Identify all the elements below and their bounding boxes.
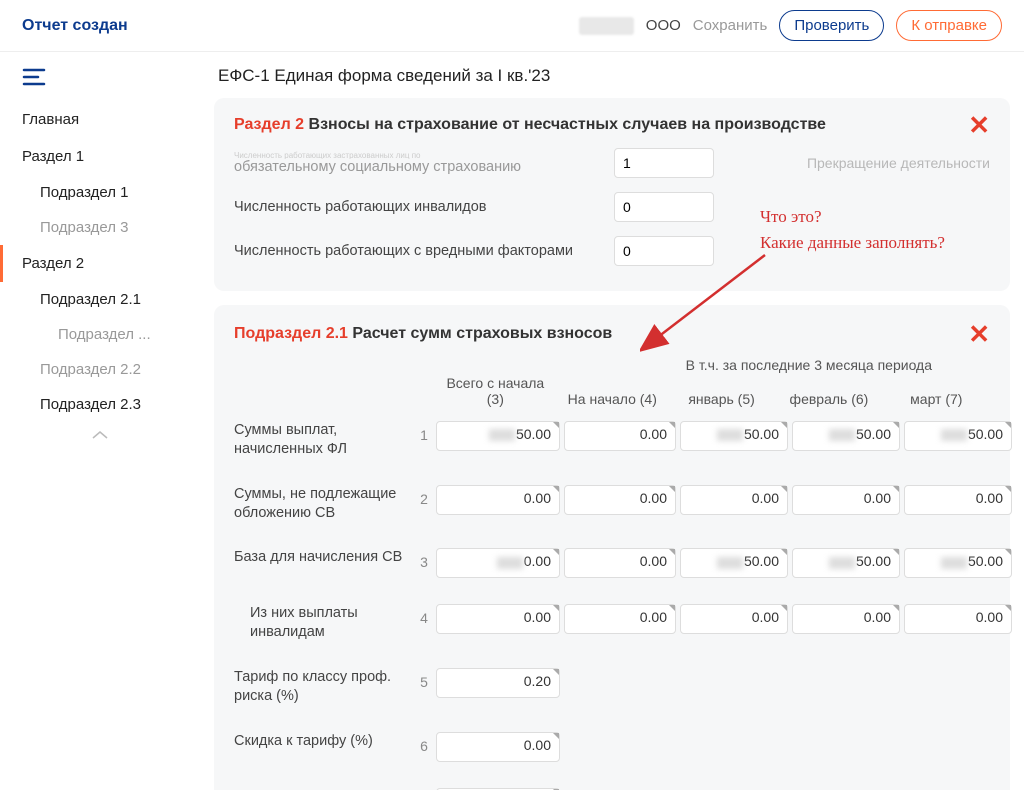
table-row: Скидка к тарифу (%)60.00 (234, 724, 990, 780)
table-row: Суммы, не подлежащие обложению СВ20.000.… (234, 477, 990, 541)
section-2-card: Раздел 2 Взносы на страхование от несчас… (214, 98, 1010, 291)
disabled-count-input[interactable] (614, 192, 714, 222)
row-number: 3 (414, 548, 434, 570)
subsection-2-1-title: Подраздел 2.1 Расчет сумм страховых взно… (234, 325, 612, 343)
close-icon[interactable]: ✕ (968, 321, 990, 347)
subsection-2-1-card: Подраздел 2.1 Расчет сумм страховых взно… (214, 305, 1010, 790)
harmful-count-label: Численность работающих с вредными фактор… (234, 243, 614, 259)
amount-input[interactable]: 0.00 (564, 604, 676, 634)
amount-input[interactable]: 50.00 (792, 421, 900, 451)
col-start: На начало (4) (557, 391, 668, 407)
col-feb: февраль (6) (775, 391, 882, 407)
amount-input[interactable]: 0.00 (436, 604, 560, 634)
table-header: Всего с начала (3) На начало (4) январь … (234, 375, 990, 407)
row-number: 6 (414, 732, 434, 754)
table-row: Тариф по классу проф. риска (%)50.20 (234, 660, 990, 724)
top-header: Отчет создан ООО Сохранить Проверить К о… (0, 0, 1024, 52)
amount-input[interactable]: 0.00 (564, 548, 676, 578)
amount-input[interactable]: 50.00 (680, 421, 788, 451)
table-row: База для начисления СВ30.000.0050.0050.0… (234, 540, 990, 596)
row-label: Суммы, не подлежащие обложению СВ (234, 485, 414, 523)
collapse-up-icon[interactable] (0, 422, 200, 450)
cessation-option: Прекращение деятельности (807, 155, 990, 171)
amount-input[interactable]: 0.00 (904, 604, 1012, 634)
header-title: Отчет создан (22, 17, 128, 35)
row-number: 2 (414, 485, 434, 507)
months-subheader: В т.ч. за последние 3 месяца периода (234, 357, 990, 373)
check-button[interactable]: Проверить (779, 10, 884, 41)
amount-input[interactable]: 0.00 (904, 485, 1012, 515)
nav-sub-2-3[interactable]: Подраздел 2.3 (0, 387, 200, 422)
nav-sub-truncated[interactable]: Подраздел ... (0, 317, 200, 352)
amount-input[interactable]: 50.00 (680, 548, 788, 578)
row-label: Из них выплаты инвалидам (234, 604, 414, 642)
nav-sub-1[interactable]: Подраздел 1 (0, 175, 200, 210)
row-label: Тариф по классу проф. риска (%) (234, 668, 414, 706)
menu-toggle-icon[interactable] (0, 60, 200, 101)
amount-input[interactable]: 0.00 (680, 485, 788, 515)
insured-count-input[interactable] (614, 148, 714, 178)
amount-input[interactable]: 0.00 (436, 485, 560, 515)
nav-sub-3[interactable]: Подраздел 3 (0, 210, 200, 245)
amount-input[interactable]: 0.00 (564, 485, 676, 515)
close-icon[interactable]: ✕ (968, 112, 990, 138)
amount-input[interactable]: 0.00 (436, 732, 560, 762)
amount-input[interactable]: 0.00 (436, 548, 560, 578)
amount-input[interactable]: 50.00 (792, 548, 900, 578)
amount-input[interactable]: 50.00 (436, 421, 560, 451)
org-type: ООО (646, 17, 681, 34)
amount-input[interactable]: 0.20 (436, 668, 560, 698)
amount-input[interactable]: 0.00 (792, 485, 900, 515)
main-content: ЕФС-1 Единая форма сведений за I кв.'23 … (200, 52, 1024, 790)
amount-input[interactable]: 50.00 (904, 548, 1012, 578)
row-label: Скидка к тарифу (%) (234, 732, 414, 751)
amount-input[interactable]: 0.00 (792, 604, 900, 634)
org-name-blurred (579, 17, 634, 35)
amount-input[interactable]: 0.00 (564, 421, 676, 451)
table-row: Надбавка к тарифу (%)70.00 (234, 780, 990, 790)
table-row: Суммы выплат, начисленных ФЛ150.000.0050… (234, 413, 990, 477)
table-body: Суммы выплат, начисленных ФЛ150.000.0050… (234, 413, 990, 790)
save-link[interactable]: Сохранить (693, 17, 768, 34)
send-button[interactable]: К отправке (896, 10, 1002, 41)
nav-section-2[interactable]: Раздел 2 (0, 245, 200, 282)
row-number: 5 (414, 668, 434, 690)
col-mar: март (7) (883, 391, 990, 407)
disabled-count-label: Численность работающих инвалидов (234, 199, 614, 215)
sidebar: Главная Раздел 1 Подраздел 1 Подраздел 3… (0, 52, 200, 790)
nav-sub-2-2[interactable]: Подраздел 2.2 (0, 352, 200, 387)
row-label: Суммы выплат, начисленных ФЛ (234, 421, 414, 459)
nav-main[interactable]: Главная (0, 101, 200, 138)
nav-sub-2-1[interactable]: Подраздел 2.1 (0, 282, 200, 317)
row-label: База для начисления СВ (234, 548, 414, 567)
section-2-title: Раздел 2 Взносы на страхование от несчас… (234, 116, 826, 134)
row-number: 1 (414, 421, 434, 443)
harmful-count-input[interactable] (614, 236, 714, 266)
amount-input[interactable]: 50.00 (904, 421, 1012, 451)
header-actions: ООО Сохранить Проверить К отправке (579, 10, 1002, 41)
col-jan: январь (5) (668, 391, 775, 407)
col-total: Всего с начала (3) (434, 375, 557, 407)
document-title: ЕФС-1 Единая форма сведений за I кв.'23 (214, 60, 1010, 98)
row-number: 4 (414, 604, 434, 626)
insured-count-label: Численность работающих застрахованных ли… (234, 151, 614, 175)
amount-input[interactable]: 0.00 (680, 604, 788, 634)
table-row: Из них выплаты инвалидам40.000.000.000.0… (234, 596, 990, 660)
nav-section-1[interactable]: Раздел 1 (0, 138, 200, 175)
